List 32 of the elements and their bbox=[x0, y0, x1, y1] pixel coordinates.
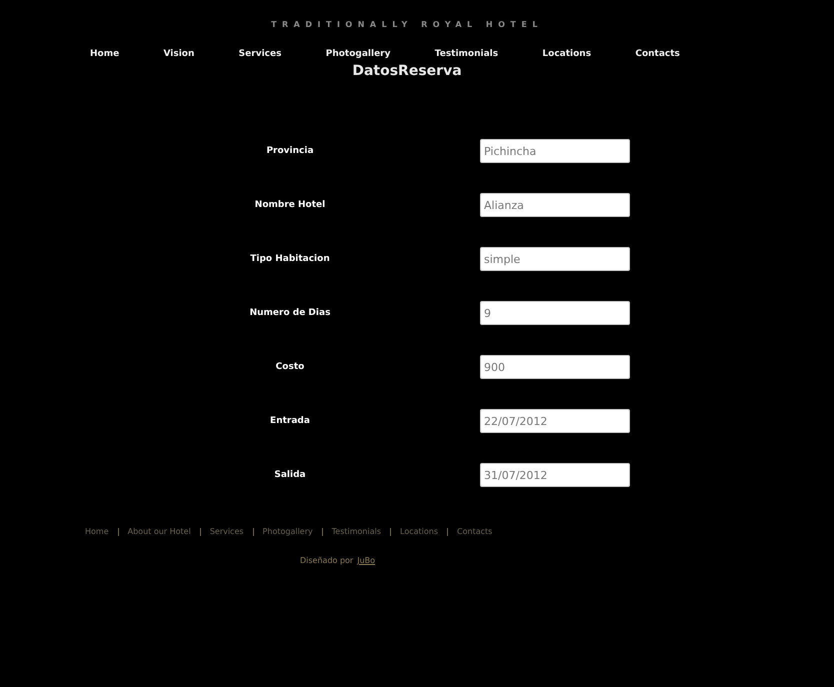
field-label: Numero de Dias bbox=[248, 308, 332, 318]
footer-link[interactable]: Locations bbox=[400, 527, 438, 536]
credit-link[interactable]: JuBo bbox=[357, 556, 376, 565]
field-label: Tipo Habitacion bbox=[249, 254, 331, 264]
input-field[interactable]: 31/07/2012 bbox=[480, 463, 630, 487]
footer-link[interactable]: About our Hotel bbox=[128, 527, 191, 536]
nav-link[interactable]: Locations bbox=[542, 49, 592, 59]
input-field[interactable]: 22/07/2012 bbox=[480, 409, 630, 433]
input-field[interactable]: simple bbox=[480, 247, 630, 271]
field-label: Nombre Hotel bbox=[254, 200, 326, 210]
page-heading: DatosReserva bbox=[351, 63, 463, 79]
nav-link[interactable]: Vision bbox=[163, 49, 194, 59]
footer-link[interactable]: Testimonials bbox=[332, 527, 381, 536]
nav-link[interactable]: Photogallery bbox=[326, 49, 390, 59]
nav-link[interactable]: Home bbox=[90, 49, 120, 59]
footer-link[interactable]: Services bbox=[210, 527, 244, 536]
field-label: Entrada bbox=[269, 416, 311, 426]
field-label: Costo bbox=[274, 362, 306, 372]
nav-link[interactable]: Services bbox=[238, 49, 282, 59]
input-field[interactable]: Pichincha bbox=[480, 139, 630, 163]
input-field[interactable]: Alianza bbox=[480, 193, 630, 217]
footer-link[interactable]: Home bbox=[85, 527, 109, 536]
footer-link[interactable]: Photogallery bbox=[262, 527, 313, 536]
input-field[interactable]: 900 bbox=[480, 355, 630, 379]
site-title: TRADITIONALLY ROYAL HOTEL bbox=[270, 20, 544, 29]
field-label: Provincia bbox=[265, 146, 315, 156]
credit-text: Diseñado por bbox=[300, 556, 354, 565]
nav-link[interactable]: Testimonials bbox=[434, 49, 498, 59]
field-label: Salida bbox=[273, 470, 307, 480]
nav-link[interactable]: Contacts bbox=[635, 49, 680, 59]
input-field[interactable]: 9 bbox=[480, 301, 630, 325]
footer-link[interactable]: Contacts bbox=[457, 527, 492, 536]
